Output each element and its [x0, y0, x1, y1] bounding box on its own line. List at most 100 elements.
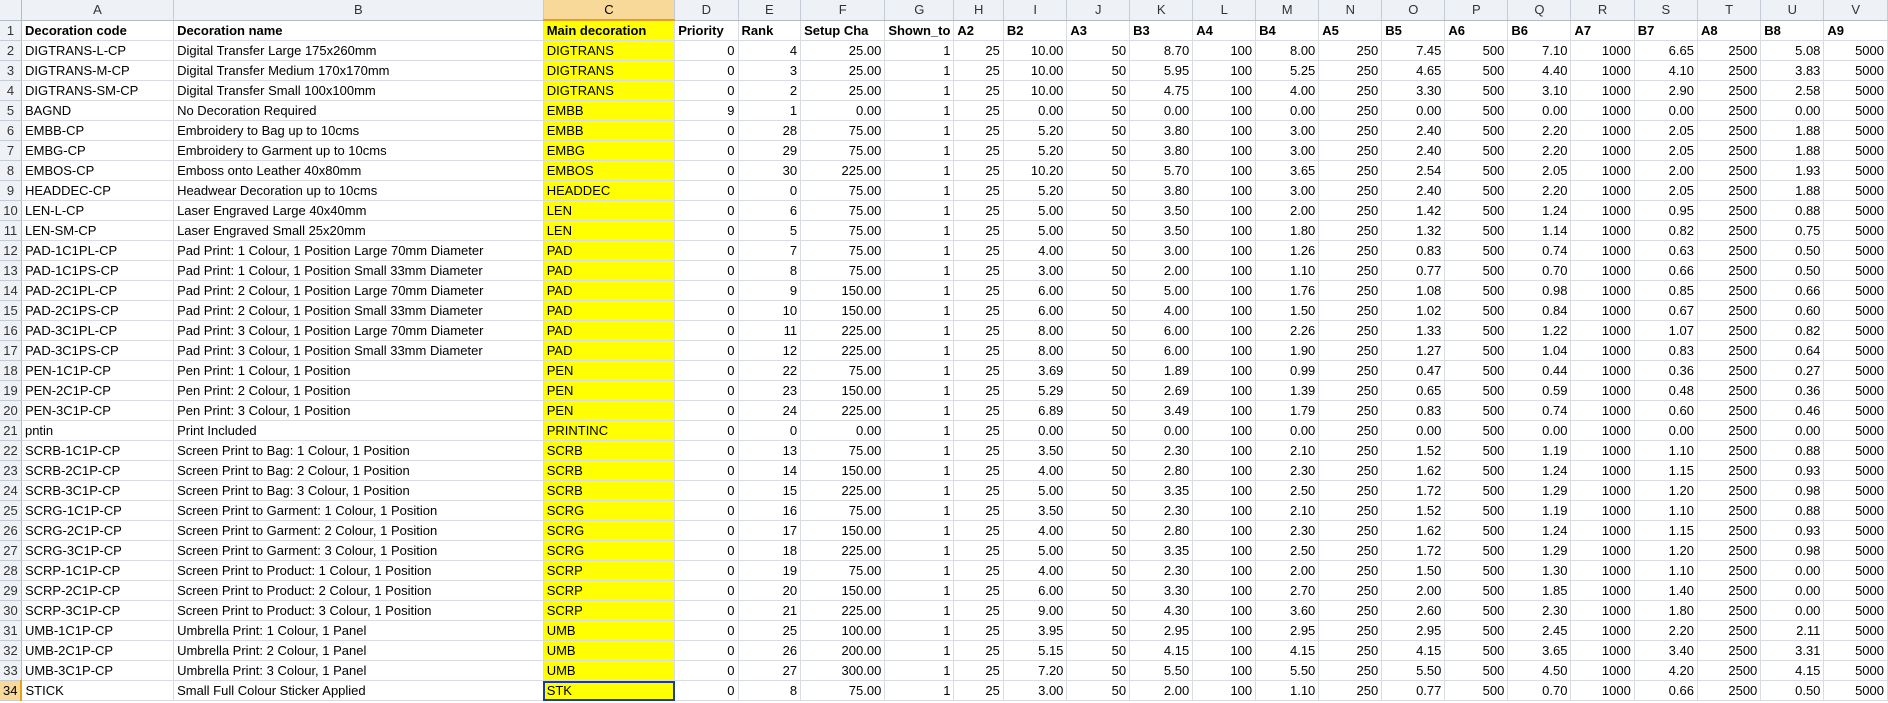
- column-title-cell[interactable]: Setup Cha: [800, 20, 886, 41]
- cell-i[interactable]: 3.00: [1003, 260, 1068, 281]
- cell-s[interactable]: 2.05: [1634, 180, 1698, 201]
- column-header-m[interactable]: M: [1255, 0, 1320, 21]
- cell-m[interactable]: 2.30: [1255, 520, 1320, 541]
- cell-v[interactable]: 5000: [1823, 680, 1888, 701]
- cell-q[interactable]: 0.00: [1507, 420, 1572, 441]
- cell-p[interactable]: 500: [1444, 580, 1509, 601]
- cell-e[interactable]: 12: [738, 340, 802, 361]
- cell-u[interactable]: 0.98: [1760, 540, 1825, 561]
- cell-t[interactable]: 2500: [1697, 600, 1762, 621]
- cell-k[interactable]: 4.00: [1129, 300, 1194, 321]
- cell-q[interactable]: 1.04: [1507, 340, 1572, 361]
- cell-o[interactable]: 1.52: [1381, 440, 1446, 461]
- cell-u[interactable]: 0.88: [1760, 200, 1825, 221]
- cell-j[interactable]: 50: [1066, 300, 1131, 321]
- cell-o[interactable]: 3.30: [1381, 80, 1446, 101]
- cell-k[interactable]: 5.95: [1129, 60, 1194, 81]
- cell-l[interactable]: 100: [1192, 400, 1257, 421]
- cell-v[interactable]: 5000: [1823, 520, 1888, 541]
- column-header-e[interactable]: E: [738, 0, 802, 21]
- cell-v[interactable]: 5000: [1823, 80, 1888, 101]
- cell-h[interactable]: 25: [953, 320, 1004, 341]
- cell-e[interactable]: 30: [738, 160, 802, 181]
- cell-o[interactable]: 1.32: [1381, 220, 1446, 241]
- cell-o[interactable]: 2.60: [1381, 600, 1446, 621]
- cell-o[interactable]: 2.40: [1381, 120, 1446, 141]
- cell-g[interactable]: 1: [884, 320, 955, 341]
- cell-i[interactable]: 5.00: [1003, 480, 1068, 501]
- cell-q[interactable]: 0.70: [1507, 680, 1572, 701]
- cell-q[interactable]: 1.85: [1507, 580, 1572, 601]
- cell-u[interactable]: 0.82: [1760, 320, 1825, 341]
- cell-s[interactable]: 0.67: [1634, 300, 1698, 321]
- column-header-b[interactable]: B: [173, 0, 544, 21]
- cell-o[interactable]: 1.50: [1381, 560, 1446, 581]
- row-header[interactable]: 4: [0, 80, 22, 101]
- cell-u[interactable]: 0.50: [1760, 260, 1825, 281]
- row-header[interactable]: 12: [0, 240, 22, 261]
- cell-u[interactable]: 0.88: [1760, 440, 1825, 461]
- cell-t[interactable]: 2500: [1697, 240, 1762, 261]
- cell-f[interactable]: 75.00: [800, 680, 886, 701]
- cell-g[interactable]: 1: [884, 520, 955, 541]
- cell-n[interactable]: 250: [1318, 260, 1383, 281]
- cell-s[interactable]: 6.65: [1634, 40, 1698, 61]
- cell-l[interactable]: 100: [1192, 200, 1257, 221]
- cell-b[interactable]: Screen Print to Bag: 3 Colour, 1 Positio…: [173, 480, 544, 501]
- cell-o[interactable]: 1.08: [1381, 280, 1446, 301]
- cell-p[interactable]: 500: [1444, 160, 1509, 181]
- cell-c[interactable]: EMBOS: [543, 160, 676, 181]
- cell-v[interactable]: 5000: [1823, 120, 1888, 141]
- cell-m[interactable]: 0.00: [1255, 420, 1320, 441]
- cell-c[interactable]: PAD: [543, 280, 676, 301]
- cell-d[interactable]: 0: [674, 440, 739, 461]
- cell-d[interactable]: 0: [674, 220, 739, 241]
- cell-c[interactable]: DIGTRANS: [543, 60, 676, 81]
- row-header[interactable]: 22: [0, 440, 22, 461]
- cell-p[interactable]: 500: [1444, 400, 1509, 421]
- row-header[interactable]: 6: [0, 120, 22, 141]
- cell-d[interactable]: 0: [674, 320, 739, 341]
- cell-a[interactable]: PEN-3C1P-CP: [21, 400, 175, 421]
- column-title-cell[interactable]: A3: [1066, 20, 1131, 41]
- column-title-cell[interactable]: A2: [953, 20, 1004, 41]
- cell-q[interactable]: 2.20: [1507, 120, 1572, 141]
- column-title-cell[interactable]: B8: [1760, 20, 1825, 41]
- cell-i[interactable]: 6.00: [1003, 280, 1068, 301]
- cell-n[interactable]: 250: [1318, 380, 1383, 401]
- cell-h[interactable]: 25: [953, 240, 1004, 261]
- cell-r[interactable]: 1000: [1570, 40, 1635, 61]
- row-header[interactable]: 11: [0, 220, 22, 241]
- cell-k[interactable]: 2.00: [1129, 680, 1194, 701]
- cell-g[interactable]: 1: [884, 660, 955, 681]
- column-title-cell[interactable]: B6: [1507, 20, 1572, 41]
- column-header-r[interactable]: R: [1570, 0, 1635, 21]
- cell-e[interactable]: 16: [738, 500, 802, 521]
- cell-t[interactable]: 2500: [1697, 140, 1762, 161]
- cell-v[interactable]: 5000: [1823, 440, 1888, 461]
- cell-b[interactable]: Digital Transfer Medium 170x170mm: [173, 60, 544, 81]
- cell-c[interactable]: PAD: [543, 300, 676, 321]
- column-header-g[interactable]: G: [884, 0, 955, 21]
- cell-g[interactable]: 1: [884, 580, 955, 601]
- column-title-cell[interactable]: B5: [1381, 20, 1446, 41]
- cell-s[interactable]: 1.15: [1634, 520, 1698, 541]
- cell-e[interactable]: 28: [738, 120, 802, 141]
- cell-j[interactable]: 50: [1066, 440, 1131, 461]
- cell-i[interactable]: 3.50: [1003, 500, 1068, 521]
- cell-o[interactable]: 5.50: [1381, 660, 1446, 681]
- cell-l[interactable]: 100: [1192, 340, 1257, 361]
- cell-t[interactable]: 2500: [1697, 160, 1762, 181]
- cell-d[interactable]: 0: [674, 380, 739, 401]
- cell-r[interactable]: 1000: [1570, 620, 1635, 641]
- cell-p[interactable]: 500: [1444, 180, 1509, 201]
- cell-t[interactable]: 2500: [1697, 520, 1762, 541]
- cell-j[interactable]: 50: [1066, 660, 1131, 681]
- cell-a[interactable]: SCRB-3C1P-CP: [21, 480, 175, 501]
- cell-p[interactable]: 500: [1444, 420, 1509, 441]
- cell-b[interactable]: Screen Print to Product: 2 Colour, 1 Pos…: [173, 580, 544, 601]
- cell-p[interactable]: 500: [1444, 600, 1509, 621]
- cell-e[interactable]: 8: [738, 680, 802, 701]
- cell-a[interactable]: pntin: [21, 420, 175, 441]
- column-title-cell[interactable]: Decoration code: [21, 20, 175, 41]
